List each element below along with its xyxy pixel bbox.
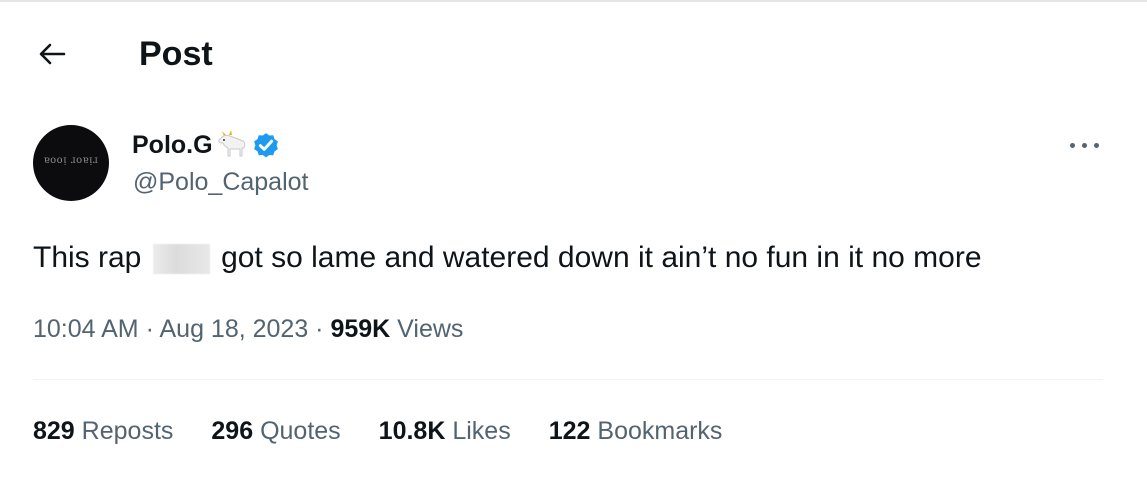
bookmarks-stat[interactable]: 122 Bookmarks <box>549 413 723 449</box>
quotes-stat[interactable]: 296 Quotes <box>211 413 340 449</box>
post-time[interactable]: 10:04 AM <box>33 315 139 343</box>
likes-stat[interactable]: 10.8K Likes <box>379 413 511 449</box>
separator: · <box>308 315 331 343</box>
author-name[interactable]: Polo.G <box>132 129 213 161</box>
author-name-row: Polo.G <box>132 128 281 162</box>
engagement-stats: 829 Reposts 296 Quotes 10.8K Likes 122 B… <box>33 413 760 449</box>
likes-count: 10.8K <box>378 417 446 445</box>
avatar[interactable]: ɐooᴉ ɹoɐᴉɹ <box>33 125 109 201</box>
more-icon <box>1070 143 1075 148</box>
more-icon-dot <box>1094 143 1099 148</box>
reposts-count: 829 <box>33 417 75 445</box>
tweet-text-before: This rap <box>33 241 142 274</box>
separator: · <box>138 315 160 343</box>
tweet-meta: 10:04 AM · Aug 18, 2023 · 959K Views <box>33 313 463 345</box>
reposts-stat[interactable]: 829 Reposts <box>33 413 173 449</box>
more-options-button[interactable] <box>1068 140 1102 152</box>
tweet-text-after: got so lame and watered down it ain’t no… <box>221 241 982 274</box>
reposts-label: Reposts <box>81 417 174 445</box>
verified-badge-icon <box>253 133 278 158</box>
likes-label: Likes <box>452 417 511 445</box>
page-title: Post <box>139 35 213 73</box>
more-icon-dot <box>1082 143 1087 148</box>
bookmarks-count: 122 <box>548 417 591 445</box>
quotes-count: 296 <box>211 417 254 445</box>
header: Post <box>0 0 1147 100</box>
author-handle[interactable]: @Polo_Capalot <box>133 166 309 198</box>
bookmarks-label: Bookmarks <box>597 417 723 445</box>
views-label: Views <box>397 315 464 343</box>
arrow-left-icon <box>39 43 66 65</box>
goat-emoji-icon <box>217 130 245 157</box>
tweet-text: This rap got so lame and watered down it… <box>33 239 982 277</box>
views-count: 959K <box>330 315 391 343</box>
quotes-label: Quotes <box>260 417 341 445</box>
divider <box>33 379 1103 380</box>
avatar-logo-text: ɐooᴉ ɹoɐᴉɹ <box>43 155 99 166</box>
post-date[interactable]: Aug 18, 2023 <box>159 315 308 343</box>
censored-word <box>152 244 210 274</box>
back-button[interactable] <box>36 38 68 70</box>
